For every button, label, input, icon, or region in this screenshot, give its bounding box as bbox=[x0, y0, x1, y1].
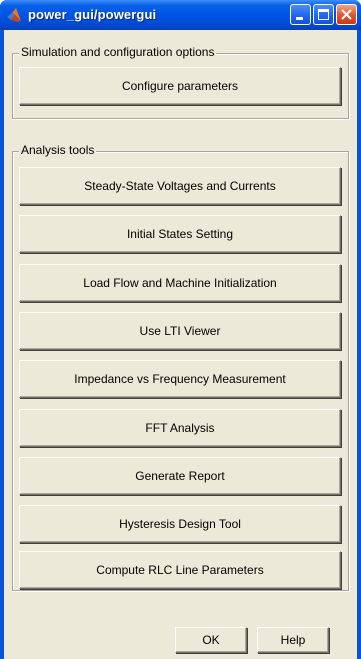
rlc-line-parameters-button[interactable]: Compute RLC Line Parameters bbox=[19, 551, 341, 589]
minimize-icon bbox=[296, 17, 303, 20]
analysis-group-title: Analysis tools bbox=[19, 143, 97, 157]
analysis-tools-group: Analysis tools Steady-State Voltages and… bbox=[12, 143, 349, 591]
title-bar[interactable]: power_gui/powergui bbox=[0, 0, 361, 30]
impedance-frequency-button[interactable]: Impedance vs Frequency Measurement bbox=[19, 360, 341, 398]
lti-viewer-button[interactable]: Use LTI Viewer bbox=[19, 312, 341, 350]
fft-analysis-button[interactable]: FFT Analysis bbox=[19, 409, 341, 447]
initial-states-button[interactable]: Initial States Setting bbox=[19, 215, 341, 253]
simulation-group-title: Simulation and configuration options bbox=[19, 45, 217, 59]
powergui-window: power_gui/powergui Simulation and config… bbox=[0, 0, 361, 659]
ok-button[interactable]: OK bbox=[175, 627, 247, 653]
hysteresis-design-button[interactable]: Hysteresis Design Tool bbox=[19, 505, 341, 543]
matlab-logo-icon bbox=[7, 8, 21, 22]
window-title: power_gui/powergui bbox=[28, 7, 157, 22]
window-client-area: Simulation and configuration options Con… bbox=[4, 30, 357, 659]
help-button[interactable]: Help bbox=[257, 627, 329, 653]
simulation-options-group: Simulation and configuration options Con… bbox=[12, 45, 349, 119]
steady-state-button[interactable]: Steady-State Voltages and Currents bbox=[19, 167, 341, 205]
load-flow-button[interactable]: Load Flow and Machine Initialization bbox=[19, 264, 341, 302]
generate-report-button[interactable]: Generate Report bbox=[19, 457, 341, 495]
maximize-icon bbox=[318, 9, 329, 20]
maximize-button[interactable] bbox=[313, 4, 334, 25]
close-icon bbox=[341, 9, 352, 20]
configure-parameters-button[interactable]: Configure parameters bbox=[19, 67, 341, 105]
minimize-button[interactable] bbox=[290, 4, 311, 25]
close-button[interactable] bbox=[336, 4, 357, 25]
